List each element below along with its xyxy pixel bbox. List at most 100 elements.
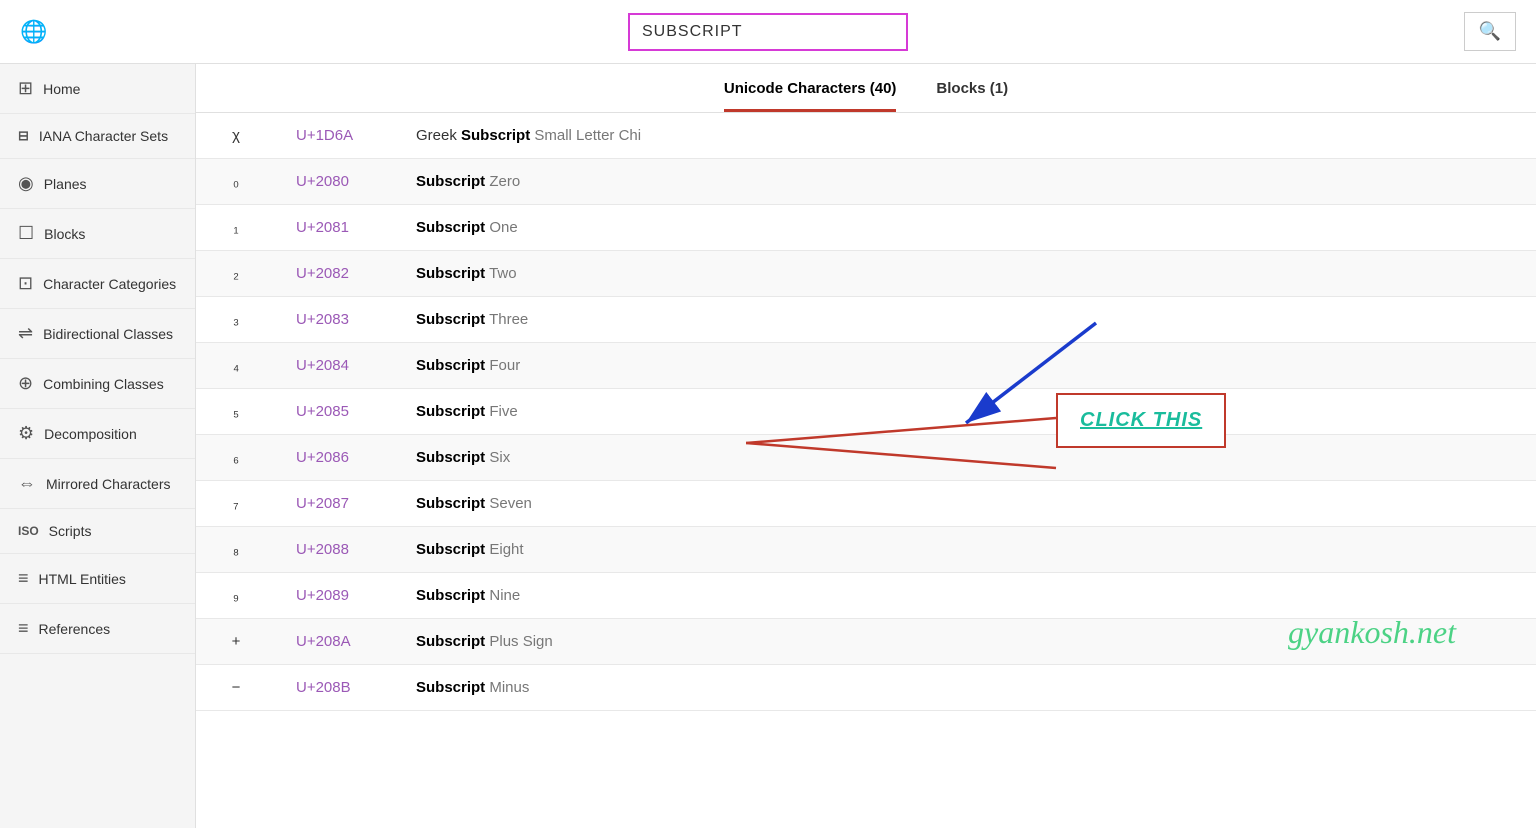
cell-code: U+2089	[276, 573, 396, 619]
cell-name: Subscript Seven	[396, 481, 1536, 527]
cell-name: Subscript Four	[396, 343, 1536, 389]
sidebar-item-combining[interactable]: ⊕ Combining Classes	[0, 359, 195, 409]
table-row[interactable]: ₄U+2084Subscript Four	[196, 343, 1536, 389]
table-row[interactable]: ₆U+2086Subscript Six	[196, 435, 1536, 481]
sidebar-item-mirrored[interactable]: ⇔ Mirrored Characters	[0, 459, 195, 509]
sidebar-label-mirrored: Mirrored Characters	[46, 476, 170, 492]
cell-char: ₃	[196, 297, 276, 343]
cell-char: ₅	[196, 389, 276, 435]
main-content: Unicode Characters (40) Blocks (1) χU+1D…	[196, 64, 1536, 828]
search-wrapper	[628, 13, 908, 51]
cell-code: U+2083	[276, 297, 396, 343]
sidebar-item-bidi[interactable]: ⇌ Bidirectional Classes	[0, 309, 195, 359]
home-icon: ⊞	[18, 78, 33, 99]
iana-icon: ⊟	[18, 128, 29, 144]
decomp-icon: ⚙	[18, 423, 34, 444]
sidebar-item-iana[interactable]: ⊟ IANA Character Sets	[0, 114, 195, 159]
tab-unicode-characters[interactable]: Unicode Characters (40)	[724, 80, 897, 112]
sidebar-item-decomp[interactable]: ⚙ Decomposition	[0, 409, 195, 459]
sidebar-label-planes: Planes	[44, 176, 87, 192]
cell-char: ₈	[196, 527, 276, 573]
sidebar-item-char-categories[interactable]: ⊡ Character Categories	[0, 259, 195, 309]
cell-char: −	[196, 665, 276, 711]
search-button[interactable]: 🔍	[1464, 12, 1516, 51]
cell-char: ₆	[196, 435, 276, 481]
table-row[interactable]: ₇U+2087Subscript Seven	[196, 481, 1536, 527]
cell-char: χ	[196, 113, 276, 159]
search-input[interactable]	[628, 13, 908, 51]
sidebar-item-scripts[interactable]: ISO Scripts	[0, 509, 195, 554]
cell-code: U+208A	[276, 619, 396, 665]
cell-char: ₉	[196, 573, 276, 619]
cell-name: Subscript Nine	[396, 573, 1536, 619]
cell-code: U+2085	[276, 389, 396, 435]
cell-code: U+2088	[276, 527, 396, 573]
table-container: χU+1D6AGreek Subscript Small Letter Chi₀…	[196, 113, 1536, 711]
cell-code: U+2087	[276, 481, 396, 527]
cell-code: U+2080	[276, 159, 396, 205]
planes-icon: ◉	[18, 173, 34, 194]
table-row[interactable]: ₁U+2081Subscript One	[196, 205, 1536, 251]
sidebar-label-references: References	[39, 621, 111, 637]
table-row[interactable]: +U+208ASubscript Plus Sign	[196, 619, 1536, 665]
cell-code: U+208B	[276, 665, 396, 711]
sidebar-label-scripts: Scripts	[49, 523, 92, 539]
sidebar-item-html-entities[interactable]: ≡ HTML Entities	[0, 554, 195, 604]
table-row[interactable]: ₀U+2080Subscript Zero	[196, 159, 1536, 205]
tabs-bar: Unicode Characters (40) Blocks (1)	[196, 64, 1536, 113]
table-row[interactable]: ₅U+2085Subscript Five	[196, 389, 1536, 435]
cell-name: Subscript Three	[396, 297, 1536, 343]
cell-char: ₁	[196, 205, 276, 251]
cell-name: Greek Subscript Small Letter Chi	[396, 113, 1536, 159]
blocks-icon: ☐	[18, 223, 34, 244]
globe-icon: 🌐	[20, 19, 47, 45]
sidebar-label-combining: Combining Classes	[43, 376, 164, 392]
character-table: χU+1D6AGreek Subscript Small Letter Chi₀…	[196, 113, 1536, 711]
cell-code: U+1D6A	[276, 113, 396, 159]
table-row[interactable]: −U+208BSubscript Minus	[196, 665, 1536, 711]
layout: ⊞ Home ⊟ IANA Character Sets ◉ Planes ☐ …	[0, 64, 1536, 828]
cell-name: Subscript Five	[396, 389, 1536, 435]
mirrored-icon: ⇔	[18, 473, 36, 494]
sidebar-label-char-categories: Character Categories	[43, 276, 176, 292]
cell-code: U+2086	[276, 435, 396, 481]
cell-char: ₂	[196, 251, 276, 297]
header: 🌐 🔍	[0, 0, 1536, 64]
sidebar: ⊞ Home ⊟ IANA Character Sets ◉ Planes ☐ …	[0, 64, 196, 828]
sidebar-label-decomp: Decomposition	[44, 426, 137, 442]
cell-name: Subscript Plus Sign	[396, 619, 1536, 665]
sidebar-item-planes[interactable]: ◉ Planes	[0, 159, 195, 209]
combining-icon: ⊕	[18, 373, 33, 394]
references-icon: ≡	[18, 618, 29, 639]
cell-name: Subscript One	[396, 205, 1536, 251]
scripts-icon: ISO	[18, 524, 39, 538]
sidebar-item-blocks[interactable]: ☐ Blocks	[0, 209, 195, 259]
sidebar-label-bidi: Bidirectional Classes	[43, 326, 173, 342]
sidebar-item-references[interactable]: ≡ References	[0, 604, 195, 654]
cell-char: +	[196, 619, 276, 665]
table-row[interactable]: ₃U+2083Subscript Three	[196, 297, 1536, 343]
cell-char: ₄	[196, 343, 276, 389]
cell-name: Subscript Zero	[396, 159, 1536, 205]
table-row[interactable]: ₈U+2088Subscript Eight	[196, 527, 1536, 573]
sidebar-label-blocks: Blocks	[44, 226, 85, 242]
sidebar-label-home: Home	[43, 81, 80, 97]
table-row[interactable]: ₂U+2082Subscript Two	[196, 251, 1536, 297]
sidebar-label-iana: IANA Character Sets	[39, 128, 168, 144]
cell-name: Subscript Two	[396, 251, 1536, 297]
bidi-icon: ⇌	[18, 323, 33, 344]
cell-code: U+2082	[276, 251, 396, 297]
table-row[interactable]: χU+1D6AGreek Subscript Small Letter Chi	[196, 113, 1536, 159]
sidebar-label-html-entities: HTML Entities	[39, 571, 126, 587]
cell-code: U+2084	[276, 343, 396, 389]
cell-char: ₇	[196, 481, 276, 527]
sidebar-item-home[interactable]: ⊞ Home	[0, 64, 195, 114]
table-row[interactable]: ₉U+2089Subscript Nine	[196, 573, 1536, 619]
cell-name: Subscript Six	[396, 435, 1536, 481]
cell-char: ₀	[196, 159, 276, 205]
cell-name: Subscript Eight	[396, 527, 1536, 573]
tab-blocks[interactable]: Blocks (1)	[936, 80, 1008, 112]
cell-name: Subscript Minus	[396, 665, 1536, 711]
char-categories-icon: ⊡	[18, 273, 33, 294]
cell-code: U+2081	[276, 205, 396, 251]
